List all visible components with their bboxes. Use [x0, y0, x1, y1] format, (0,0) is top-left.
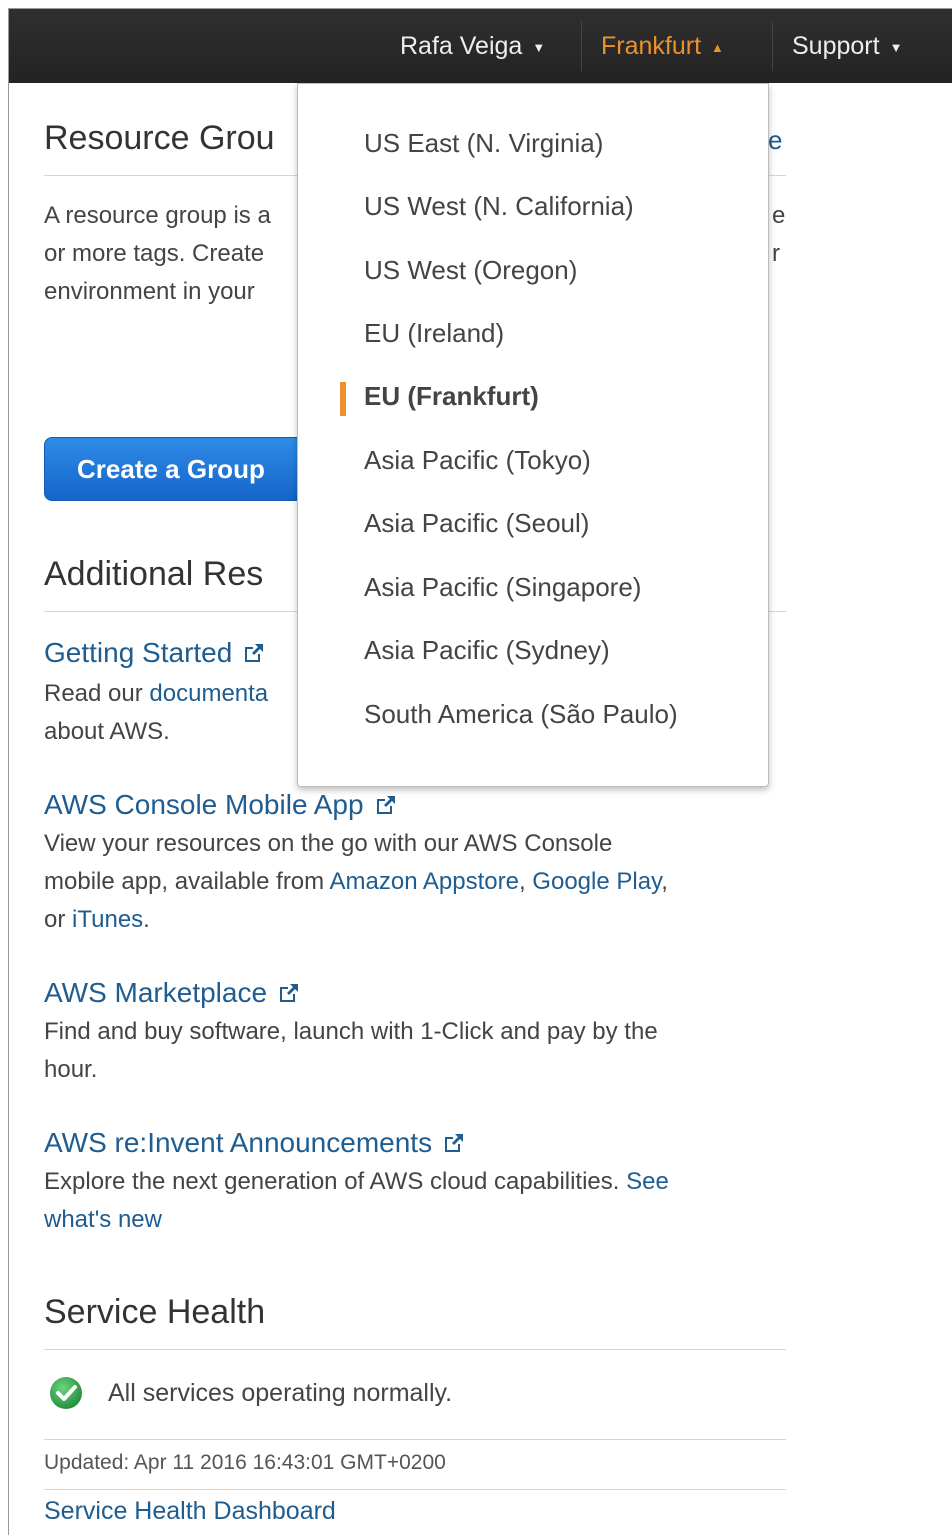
mobile-app-item: AWS Console Mobile App [44, 789, 398, 821]
mobile-app-desc-line3: or iTunes. [44, 901, 150, 939]
service-health-status: All services operating normally. [48, 1375, 452, 1411]
mobile-app-text: or [44, 906, 73, 933]
separator-text: . [143, 906, 150, 933]
reinvent-desc-line1: Explore the next generation of AWS cloud… [44, 1163, 669, 1201]
reinvent-text: Explore the next generation of AWS cloud… [44, 1168, 627, 1195]
region-option-ap-northeast-2[interactable]: Asia Pacific (Seoul) [364, 508, 589, 539]
google-play-link[interactable]: Google Play [532, 868, 661, 895]
getting-started-title: Getting Started [44, 637, 233, 668]
service-status-text: All services operating normally. [108, 1378, 453, 1407]
whats-new-link[interactable]: what's new [44, 1206, 162, 1233]
selected-region-marker [340, 382, 346, 416]
region-option-ap-southeast-2[interactable]: Asia Pacific (Sydney) [364, 635, 610, 666]
divider [44, 1489, 786, 1490]
getting-started-text: Read our [44, 680, 150, 707]
nav-separator [772, 21, 773, 71]
external-link-icon [445, 1134, 464, 1152]
getting-started-desc-line2: about AWS. [44, 718, 170, 745]
mobile-app-text: mobile app, available from [44, 868, 330, 895]
amazon-appstore-link[interactable]: Amazon Appstore [330, 868, 519, 895]
region-option-us-west-2[interactable]: US West (Oregon) [364, 255, 577, 286]
resource-groups-desc-line3: environment in your [44, 278, 255, 305]
nav-separator [581, 21, 582, 71]
getting-started-desc: Read our documenta [44, 675, 268, 713]
caret-down-icon: ▼ [532, 39, 546, 55]
see-whats-new-link[interactable]: See [626, 1168, 669, 1195]
itunes-link[interactable]: iTunes [72, 906, 143, 933]
top-navigation-bar: Rafa Veiga ▼ Frankfurt ▲ Support ▼ [9, 9, 952, 83]
region-option-sa-east-1[interactable]: South America (São Paulo) [364, 699, 678, 730]
getting-started-link[interactable]: Getting Started [44, 637, 266, 669]
resource-groups-desc-line2: or more tags. Create [44, 240, 265, 267]
updated-timestamp: Updated: Apr 11 2016 16:43:01 GMT+0200 [44, 1451, 446, 1474]
support-label: Support [792, 31, 880, 60]
getting-started-item: Getting Started [44, 637, 266, 669]
marketplace-desc-line2: hour. [44, 1056, 98, 1083]
reinvent-title: AWS re:Invent Announcements [44, 1127, 433, 1158]
user-name: Rafa Veiga [400, 31, 523, 60]
mobile-app-desc-line1: View your resources on the go with our A… [44, 830, 613, 857]
reinvent-desc-line2: what's new [44, 1201, 162, 1239]
external-link-icon [245, 644, 264, 662]
region-menu[interactable]: Frankfurt ▲ [601, 9, 724, 83]
region-option-us-east-1[interactable]: US East (N. Virginia) [364, 128, 603, 159]
external-link-icon [280, 984, 299, 1002]
support-menu[interactable]: Support ▼ [792, 9, 902, 83]
resource-groups-title: Resource Grou [44, 119, 275, 157]
region-option-ap-northeast-1[interactable]: Asia Pacific (Tokyo) [364, 445, 591, 476]
mobile-app-desc-line2: mobile app, available from Amazon Appsto… [44, 863, 668, 901]
divider [44, 1439, 786, 1440]
documentation-link[interactable]: documenta [149, 680, 268, 707]
caret-up-icon: ▲ [711, 39, 724, 55]
marketplace-link[interactable]: AWS Marketplace [44, 977, 301, 1009]
marketplace-desc-line1: Find and buy software, launch with 1-Cli… [44, 1018, 658, 1045]
resource-groups-title-tail[interactable]: e [768, 125, 782, 156]
create-group-label: Create a Group [77, 453, 265, 484]
external-link-icon [376, 796, 395, 814]
divider [44, 1349, 786, 1350]
reinvent-item: AWS re:Invent Announcements [44, 1127, 466, 1159]
marketplace-title: AWS Marketplace [44, 977, 268, 1008]
caret-down-icon: ▼ [889, 39, 903, 55]
additional-resources-title: Additional Res [44, 555, 264, 593]
service-health-title: Service Health [44, 1293, 266, 1331]
user-menu[interactable]: Rafa Veiga ▼ [400, 9, 545, 83]
region-option-us-west-1[interactable]: US West (N. California) [364, 191, 634, 222]
reinvent-link[interactable]: AWS re:Invent Announcements [44, 1127, 466, 1159]
region-dropdown: US East (N. Virginia) US West (N. Califo… [297, 83, 769, 787]
service-health-dashboard-link[interactable]: Service Health Dashboard [44, 1497, 336, 1526]
check-circle-icon [50, 1377, 82, 1409]
resource-groups-desc-line1-tail: e [772, 202, 786, 229]
resource-groups-desc-line1: A resource group is a [44, 202, 271, 229]
console-window: Rafa Veiga ▼ Frankfurt ▲ Support ▼ Resou… [8, 8, 952, 1535]
dashboard-link-label: Service Health Dashboard [44, 1497, 336, 1525]
region-option-ap-southeast-1[interactable]: Asia Pacific (Singapore) [364, 572, 641, 603]
separator-text: , [518, 868, 533, 895]
region-option-eu-west-1[interactable]: EU (Ireland) [364, 318, 504, 349]
region-name: Frankfurt [601, 31, 702, 60]
region-option-eu-central-1[interactable]: EU (Frankfurt) [364, 381, 539, 412]
marketplace-item: AWS Marketplace [44, 977, 301, 1009]
separator-text: , [661, 868, 668, 895]
mobile-app-title: AWS Console Mobile App [44, 789, 364, 820]
mobile-app-link[interactable]: AWS Console Mobile App [44, 789, 398, 821]
resource-groups-desc-line2-tail: r [772, 240, 780, 267]
